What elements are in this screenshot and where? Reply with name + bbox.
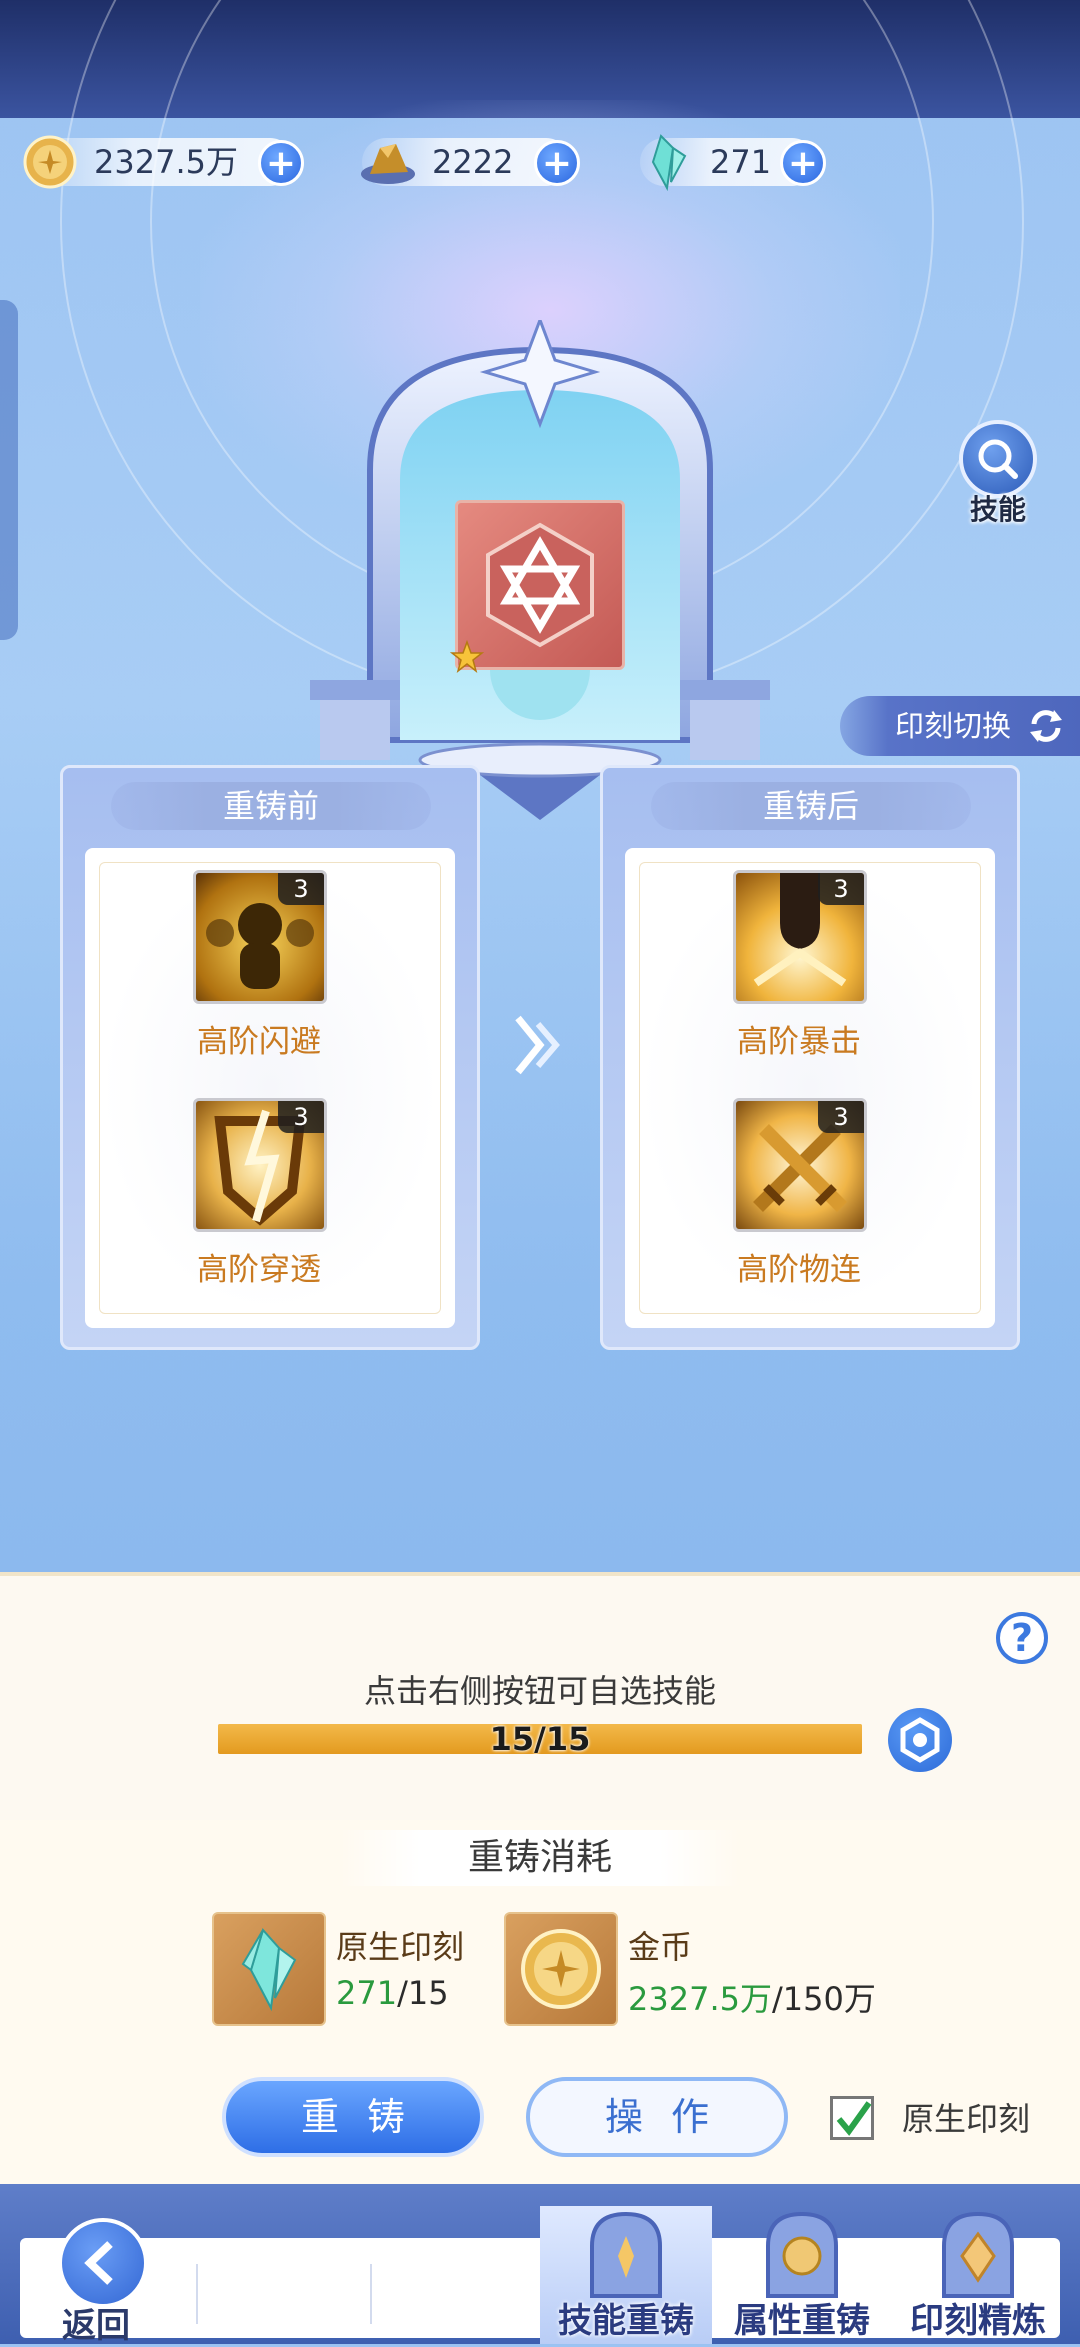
add-crystal-button[interactable]: + [780,140,826,186]
back-label: 返回 [62,2306,130,2346]
cost-header: 重铸消耗 [340,1830,740,1886]
skill-view-button[interactable]: 技能 [953,420,1043,526]
skill-level: 3 [278,873,324,905]
dodge-skill-icon: 3 [193,870,327,1004]
currency-ore: 2222 + [361,138,580,186]
help-icon[interactable]: ? [996,1612,1048,1664]
skill-button-label: 技能 [969,493,1026,526]
gold-coin-icon [20,132,80,192]
skill-recast-emblem-icon [584,2206,668,2302]
skill-select-section: ? 点击右侧按钮可自选技能 15/15 [0,1572,1080,1820]
checkbox-label: 原生印刻 [902,2100,1031,2138]
after-panel-title: 重铸后 [762,787,859,825]
tab-label: 属性重铸 [734,2301,870,2341]
after-panel-header: 重铸后 [651,782,971,830]
attribute-recast-emblem-icon [760,2206,844,2302]
progress-bar: 15/15 [218,1724,862,1754]
skill-level: 3 [818,1101,864,1133]
penetration-skill-icon: 3 [193,1098,327,1232]
rune-refine-emblem-icon [936,2206,1020,2302]
cost-have: 271 [336,1974,398,2012]
magnifier-icon [959,420,1037,498]
ore-icon [358,132,418,192]
skill-name: 高阶物连 [737,1252,861,1288]
back-arrow-icon [58,2218,148,2308]
before-panel: 重铸前 3 高阶闪避 3 高阶穿透 [60,765,480,1350]
cost-title: 重铸消耗 [467,1837,612,1878]
cost-need: /15 [397,1974,449,2012]
skill-level: 3 [278,1101,324,1133]
skill-name: 高阶暴击 [737,1024,861,1060]
recast-button[interactable]: 重铸 [222,2077,484,2157]
before-panel-title: 重铸前 [222,787,319,825]
gear-icon[interactable] [888,1708,952,1772]
refresh-icon [1026,706,1066,746]
gold-amount: 2327.5万 [94,143,238,181]
select-hint: 点击右侧按钮可自选技能 [363,1672,716,1710]
cost-need: /150万 [771,1980,876,2018]
tab-attribute-recast[interactable]: 属性重铸 [716,2206,888,2344]
side-drawer-handle[interactable] [0,300,18,640]
tab-skill-recast[interactable]: 技能重铸 [540,2206,712,2344]
crystal-icon [212,1912,326,2026]
currency-gold: 2327.5万 + [23,135,304,189]
add-ore-button[interactable]: + [534,140,580,186]
rune-switch-label: 印刻切换 [895,709,1012,743]
rune-switch-button[interactable]: 印刻切换 [840,696,1080,756]
cost-have: 2327.5万 [628,1980,772,2018]
combo-skill-icon: 3 [733,1098,867,1232]
operate-button-label: 操作 [604,2095,737,2139]
bottom-nav: 返回 技能重铸 属性重铸 印刻精炼 [0,2184,1080,2346]
recast-panel: ? 点击右侧按钮可自选技能 15/15 重铸消耗 原生印刻 271/15 金币 … [0,1572,1080,2184]
native-rune-checkbox[interactable] [830,2096,874,2140]
after-panel: 重铸后 3 高阶暴击 3 高阶物连 [600,765,1020,1350]
star-icon [449,639,485,674]
add-gold-button[interactable]: + [258,140,304,186]
cost-item-name: 原生印刻 [336,1928,465,1966]
crystal-amount: 271 [710,143,772,181]
crit-skill-icon: 3 [733,870,867,1004]
ore-amount: 2222 [432,143,514,181]
skill-name: 高阶闪避 [197,1024,321,1060]
operate-button[interactable]: 操作 [526,2077,788,2157]
tab-label: 印刻精炼 [910,2301,1046,2341]
nav-divider [370,2264,372,2324]
skill-level: 3 [818,873,864,905]
after-skill-list: 3 高阶暴击 3 高阶物连 [625,848,995,1328]
progress-text: 15/15 [489,1724,591,1754]
double-chevron-right-icon [510,1010,570,1080]
checkmark-icon [836,2101,872,2136]
cost-item-name: 金币 [628,1928,693,1966]
tab-label: 技能重铸 [558,2301,694,2341]
skill-name: 高阶穿透 [197,1252,321,1288]
nav-divider [196,2264,198,2324]
gold-coin-icon [504,1912,618,2026]
back-button[interactable]: 返回 [18,2218,188,2346]
cost-item-amount: 271/15 [336,1974,449,2012]
crystal-icon [636,132,696,192]
cost-item-amount: 2327.5万/150万 [628,1974,876,2020]
recast-button-label: 重铸 [300,2095,433,2139]
before-skill-list: 3 高阶闪避 3 高阶穿透 [85,848,455,1328]
tab-rune-refine[interactable]: 印刻精炼 [892,2206,1064,2344]
currency-crystal: 271 + [640,134,826,192]
before-panel-header: 重铸前 [111,782,431,830]
